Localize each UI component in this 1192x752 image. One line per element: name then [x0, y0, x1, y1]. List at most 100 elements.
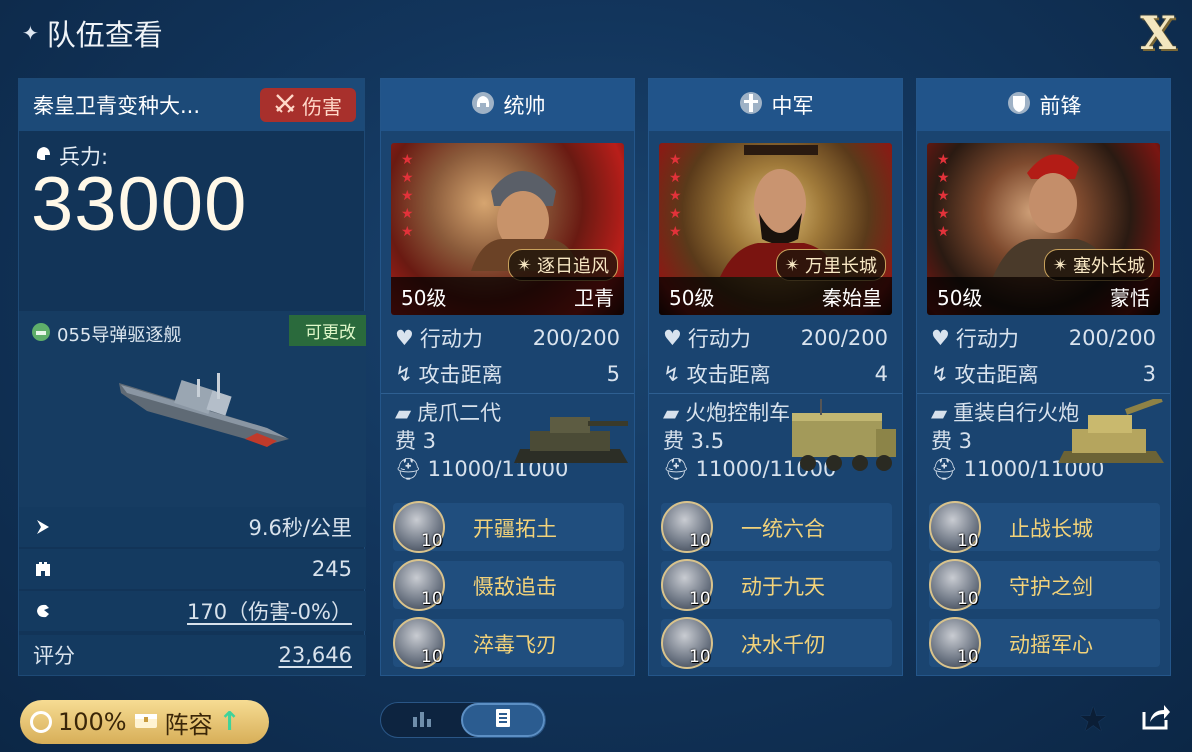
tactic-icon: ✴ [516, 254, 532, 276]
team-header: 秦皇卫青变种大... 伤害 [19, 79, 364, 131]
attack-range-row: ↯ 攻击距离 4 [663, 359, 888, 389]
speed-value: 9.6秒/公里 [248, 516, 352, 540]
skill-level: 10 [689, 647, 711, 667]
howitzer-image [1056, 396, 1166, 483]
star-rating: ★ ★ ★ ★ ★ [937, 152, 950, 240]
tactic-name: 塞外长城 [1073, 256, 1145, 277]
skill-level: 10 [421, 647, 443, 667]
skill-level: 10 [421, 531, 443, 551]
vanguard-role: 前锋 [1039, 94, 1082, 118]
bar-chart-icon [411, 709, 433, 731]
unit-name: 虎爪二代 [417, 401, 502, 425]
attack-range-row: ↯ 攻击距离 5 [395, 359, 620, 389]
ship-type-icon [31, 322, 51, 347]
divider [649, 393, 902, 394]
range-value: 5 [606, 362, 620, 386]
list-view-button[interactable] [461, 703, 545, 737]
siege-value: 245 [311, 557, 352, 581]
page-title: ✦ 队伍查看 [22, 12, 163, 54]
speed-stat-row: 9.6秒/公里 [19, 507, 366, 547]
heart-icon: ♥ [395, 326, 414, 350]
howitzer-type-icon: ▰ [931, 401, 948, 425]
action-value: 200/200 [532, 326, 620, 350]
skill-slot-3[interactable]: 10 淬毒飞刃 [393, 617, 624, 669]
tactic-icon: ✴ [1052, 254, 1068, 276]
lineup-label: 阵容 [164, 710, 213, 739]
skill-name: 淬毒飞刃 [473, 633, 557, 657]
action-points-row: ♥ 行动力 200/200 [395, 323, 620, 353]
skill-name: 一统六合 [741, 517, 825, 541]
action-label: 行动力 [419, 327, 483, 351]
skill-slot-2[interactable]: 10 动于九天 [661, 559, 892, 611]
tactic-name: 逐日追风 [537, 256, 609, 277]
commander-role: 统帅 [503, 94, 546, 118]
hero-level: 50级 [401, 285, 447, 310]
hero-portrait-qinshihuang[interactable]: ★ ★ ★ ★ ★ ✴ 万里长城 50级 秦始皇 [659, 143, 892, 315]
hero-name: 卫青 [574, 285, 614, 310]
skill-name: 动摇军心 [1009, 633, 1093, 657]
skill-level: 10 [689, 531, 711, 551]
damage-type-label: 伤害 [302, 94, 342, 119]
editable-badge[interactable]: 可更改 [289, 315, 366, 346]
action-value: 200/200 [1068, 326, 1156, 350]
siege-stat-row: 245 [19, 549, 366, 589]
hero-level: 50级 [937, 285, 983, 310]
score-label: 评分 [33, 644, 75, 668]
favorite-star-icon[interactable]: ★ [1078, 700, 1108, 740]
hero-name: 蒙恬 [1110, 285, 1150, 310]
skill-slot-1[interactable]: 10 开疆拓土 [393, 501, 624, 553]
unit-name: 火炮控制车 [685, 401, 791, 425]
hero-info-bar: 50级 秦始皇 [659, 277, 892, 315]
divider [381, 393, 634, 394]
skill-slot-1[interactable]: 10 一统六合 [661, 501, 892, 553]
skill-slot-3[interactable]: 10 动摇军心 [929, 617, 1160, 669]
hero-level: 50级 [669, 285, 715, 310]
attack-stat-row[interactable]: 170（伤害-0%） [19, 591, 366, 631]
tank-type-icon: ▰ [395, 401, 412, 425]
hp-helmet-icon: ⛑ [663, 457, 690, 481]
skill-slot-2[interactable]: 10 慑敌追击 [393, 559, 624, 611]
action-label: 行动力 [687, 327, 751, 351]
view-toggle [380, 702, 546, 738]
tactic-icon: ✴ [784, 254, 800, 276]
ship-name-text: 055导弹驱逐舰 [57, 325, 182, 346]
range-value: 3 [1142, 362, 1156, 386]
skill-slot-1[interactable]: 10 止战长城 [929, 501, 1160, 553]
center-emblem-icon [738, 90, 764, 121]
star-rating: ★ ★ ★ ★ ★ [401, 152, 414, 240]
speed-icon [33, 517, 53, 537]
artillery-type-icon: ▰ [663, 401, 680, 425]
action-label: 行动力 [955, 327, 1019, 351]
commander-helmet-icon [470, 90, 496, 121]
skill-level: 10 [957, 531, 979, 551]
action-value: 200/200 [800, 326, 888, 350]
attack-value: 170（伤害-0%） [187, 600, 352, 624]
ship-card[interactable]: 055导弹驱逐舰 可更改 [19, 311, 366, 507]
chest-icon [133, 708, 159, 736]
action-points-row: ♥ 行动力 200/200 [931, 323, 1156, 353]
skill-level: 10 [689, 589, 711, 609]
team-name: 秦皇卫青变种大... [33, 94, 201, 118]
lineup-rate: 100% [58, 708, 127, 736]
share-icon[interactable] [1138, 700, 1172, 738]
attack-range-row: ↯ 攻击距离 3 [931, 359, 1156, 389]
heart-icon: ♥ [931, 326, 950, 350]
range-label: 攻击距离 [954, 363, 1039, 387]
skill-slot-3[interactable]: 10 决水千仞 [661, 617, 892, 669]
range-label: 攻击距离 [686, 363, 771, 387]
skill-name: 决水千仞 [741, 633, 825, 657]
chart-view-button[interactable] [381, 703, 463, 737]
ring-icon [30, 711, 52, 733]
hero-portrait-mengtian[interactable]: ★ ★ ★ ★ ★ ✴ 塞外长城 50级 蒙恬 [927, 143, 1160, 315]
score-row[interactable]: 评分 23,646 [19, 635, 366, 675]
page-title-text: 队伍查看 [46, 18, 163, 52]
hp-helmet-icon: ⛑ [931, 457, 958, 481]
close-button[interactable]: X [1140, 6, 1176, 60]
skill-slot-2[interactable]: 10 守护之剑 [929, 559, 1160, 611]
sparkle-icon: ✦ [22, 21, 39, 45]
lineup-rating-button[interactable]: 100% 阵容 ↑ [20, 700, 269, 744]
skill-name: 动于九天 [741, 575, 825, 599]
range-icon: ↯ [931, 362, 949, 386]
star-rating: ★ ★ ★ ★ ★ [669, 152, 682, 240]
hero-portrait-weiqing[interactable]: ★ ★ ★ ★ ★ ✴ 逐日追风 50级 卫青 [391, 143, 624, 315]
